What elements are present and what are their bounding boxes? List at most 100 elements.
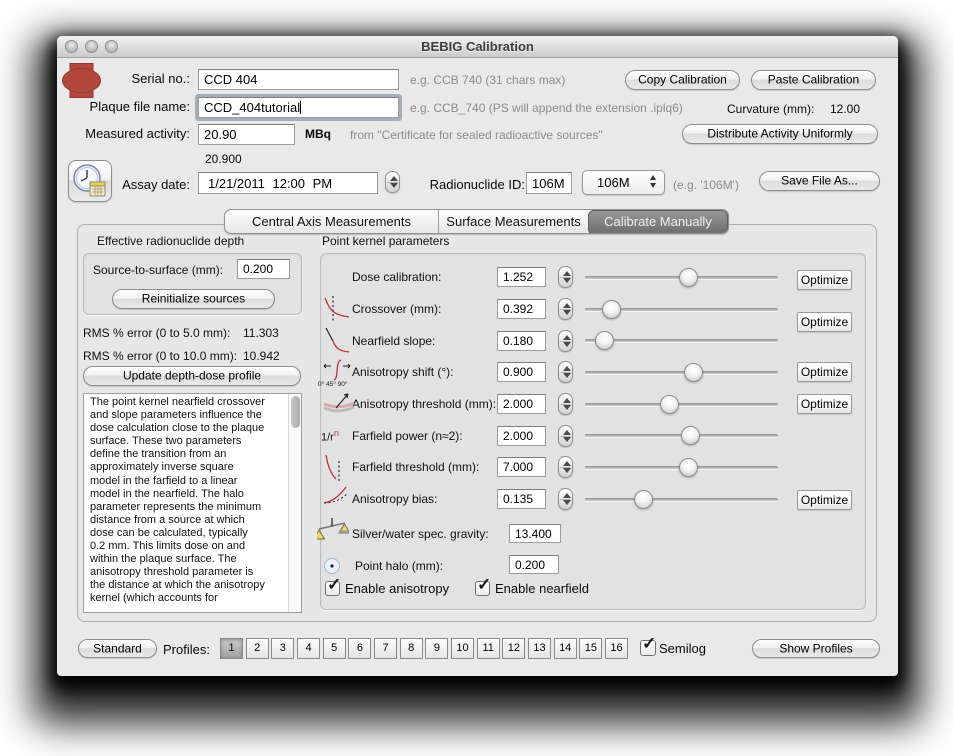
titlebar[interactable]: BEBIG Calibration <box>57 36 898 58</box>
curvature-label: Curvature (mm): <box>727 102 815 116</box>
slider-knob[interactable] <box>679 457 698 477</box>
param-slider[interactable] <box>585 426 778 445</box>
param-stepper[interactable] <box>558 361 573 383</box>
profile-button-11[interactable]: 11 <box>476 638 500 659</box>
gravity-input[interactable]: 13.400 <box>509 524 561 543</box>
param-stepper[interactable] <box>558 456 573 478</box>
activity-readout: 20.900 <box>205 152 242 166</box>
point-halo-icon <box>324 558 340 574</box>
shift-icon-caption: 0° 45° 90° <box>318 381 348 388</box>
distribute-activity-button[interactable]: Distribute Activity Uniformly <box>682 124 878 144</box>
param-input[interactable]: 0.392 <box>497 299 546 319</box>
semilog-checkbox[interactable]: ✓ <box>640 634 656 656</box>
tab-central-axis[interactable]: Central Axis Measurements <box>225 210 438 233</box>
profile-button-14[interactable]: 14 <box>553 638 577 659</box>
slider-knob[interactable] <box>602 299 622 319</box>
serial-input[interactable]: CCD 404 <box>198 69 399 90</box>
copy-calibration-button[interactable]: Copy Calibration <box>625 70 740 90</box>
specific-gravity-icon <box>317 518 349 540</box>
param-label: Anisotropy shift (°): <box>352 365 454 379</box>
param-input[interactable]: 2.000 <box>497 425 546 446</box>
param-slider[interactable] <box>585 489 778 509</box>
assay-date-label: Assay date: <box>122 177 190 192</box>
sts-label: Source-to-surface (mm): <box>93 263 224 277</box>
optimize-button[interactable]: Optimize <box>797 362 852 382</box>
profile-button-9[interactable]: 9 <box>425 638 449 659</box>
profile-button-6[interactable]: 6 <box>348 638 372 659</box>
profiles-label: Profiles: <box>163 642 210 657</box>
checkmark-icon: ✓ <box>642 634 657 653</box>
gravity-label: Silver/water spec. gravity: <box>352 527 489 541</box>
profile-button-13[interactable]: 13 <box>528 638 551 659</box>
tab-bar: Central Axis Measurements Surface Measur… <box>224 209 729 234</box>
profile-button-5[interactable]: 5 <box>322 638 346 659</box>
profile-button-2[interactable]: 2 <box>245 638 269 659</box>
param-slider[interactable] <box>585 299 778 319</box>
profile-button-10[interactable]: 10 <box>451 638 474 659</box>
effective-depth-section-label: Effective radionuclide depth <box>97 234 245 248</box>
paste-calibration-button[interactable]: Paste Calibration <box>751 70 876 90</box>
radionuclide-popup[interactable]: 106M <box>582 170 665 195</box>
profile-button-4[interactable]: 4 <box>297 638 320 659</box>
enable-anisotropy-checkbox[interactable]: ✓ <box>325 575 341 596</box>
optimize-button[interactable]: Optimize <box>797 394 852 414</box>
textarea-scrollbar[interactable] <box>288 394 301 612</box>
update-depth-dose-button[interactable]: Update depth-dose profile <box>83 366 301 386</box>
profile-button-12[interactable]: 12 <box>502 638 526 659</box>
param-input[interactable]: 0.900 <box>497 362 546 382</box>
param-label: Anisotropy threshold (mm): <box>352 397 497 411</box>
description-text: The point kernel nearfield crossover and… <box>90 396 265 605</box>
plaque-file-input[interactable]: CCD_404tutorial <box>198 97 399 118</box>
enable-nearfield-checkbox[interactable]: ✓ <box>475 575 491 596</box>
halo-input[interactable]: 0.200 <box>509 555 559 574</box>
radionuclide-input[interactable]: 106M <box>526 172 572 194</box>
param-slider[interactable] <box>585 457 778 477</box>
reinitialize-sources-button[interactable]: Reinitialize sources <box>112 289 275 309</box>
assay-date-input[interactable]: 1/21/2011 12:00 PM <box>198 172 378 194</box>
param-stepper[interactable] <box>558 329 573 352</box>
activity-input[interactable]: 20.90 <box>198 124 295 145</box>
param-input[interactable]: 0.180 <box>497 330 546 351</box>
optimize-button[interactable]: Optimize <box>797 312 852 332</box>
profile-button-15[interactable]: 15 <box>579 638 603 659</box>
curvature-value: 12.00 <box>830 102 861 116</box>
param-stepper[interactable] <box>558 266 573 288</box>
slider-knob[interactable] <box>680 426 700 445</box>
optimize-button[interactable]: Optimize <box>797 270 852 290</box>
param-stepper[interactable] <box>558 298 573 320</box>
param-input[interactable]: 7.000 <box>497 457 546 477</box>
standard-button[interactable]: Standard <box>78 639 157 658</box>
param-slider[interactable] <box>585 331 778 350</box>
param-slider[interactable] <box>585 362 778 382</box>
save-file-button[interactable]: Save File As... <box>759 171 880 191</box>
profile-button-1[interactable]: 1 <box>220 638 243 659</box>
slider-knob[interactable] <box>595 331 615 350</box>
param-stepper[interactable] <box>558 488 573 510</box>
profile-button-16[interactable]: 16 <box>605 638 628 659</box>
profile-button-3[interactable]: 3 <box>271 638 295 659</box>
param-input[interactable]: 0.135 <box>497 489 546 509</box>
param-slider[interactable] <box>585 394 778 414</box>
param-label: Dose calibration: <box>352 270 442 284</box>
param-input[interactable]: 2.000 <box>497 394 546 414</box>
tab-calibrate-manually[interactable]: Calibrate Manually <box>588 210 728 233</box>
slider-knob[interactable] <box>679 267 698 287</box>
param-input[interactable]: 1.252 <box>497 267 546 287</box>
slider-knob[interactable] <box>633 489 653 509</box>
slider-knob[interactable] <box>659 394 679 414</box>
radionuclide-label: Radionuclide ID: <box>429 177 525 192</box>
param-stepper[interactable] <box>558 424 573 447</box>
profile-button-7[interactable]: 7 <box>374 638 397 659</box>
param-slider[interactable] <box>585 267 778 287</box>
slider-knob[interactable] <box>684 362 704 382</box>
scrollbar-thumb[interactable] <box>290 396 300 428</box>
show-profiles-button[interactable]: Show Profiles <box>752 639 880 658</box>
checkmark-icon: ✓ <box>477 575 492 594</box>
profile-button-8[interactable]: 8 <box>399 638 423 659</box>
param-stepper[interactable] <box>558 393 573 415</box>
tab-surface[interactable]: Surface Measurements <box>438 210 588 233</box>
sts-input[interactable]: 0.200 <box>237 259 290 279</box>
description-textarea[interactable]: The point kernel nearfield crossover and… <box>83 393 302 613</box>
optimize-button[interactable]: Optimize <box>797 490 852 510</box>
param-label: Anisotropy bias: <box>352 492 438 506</box>
